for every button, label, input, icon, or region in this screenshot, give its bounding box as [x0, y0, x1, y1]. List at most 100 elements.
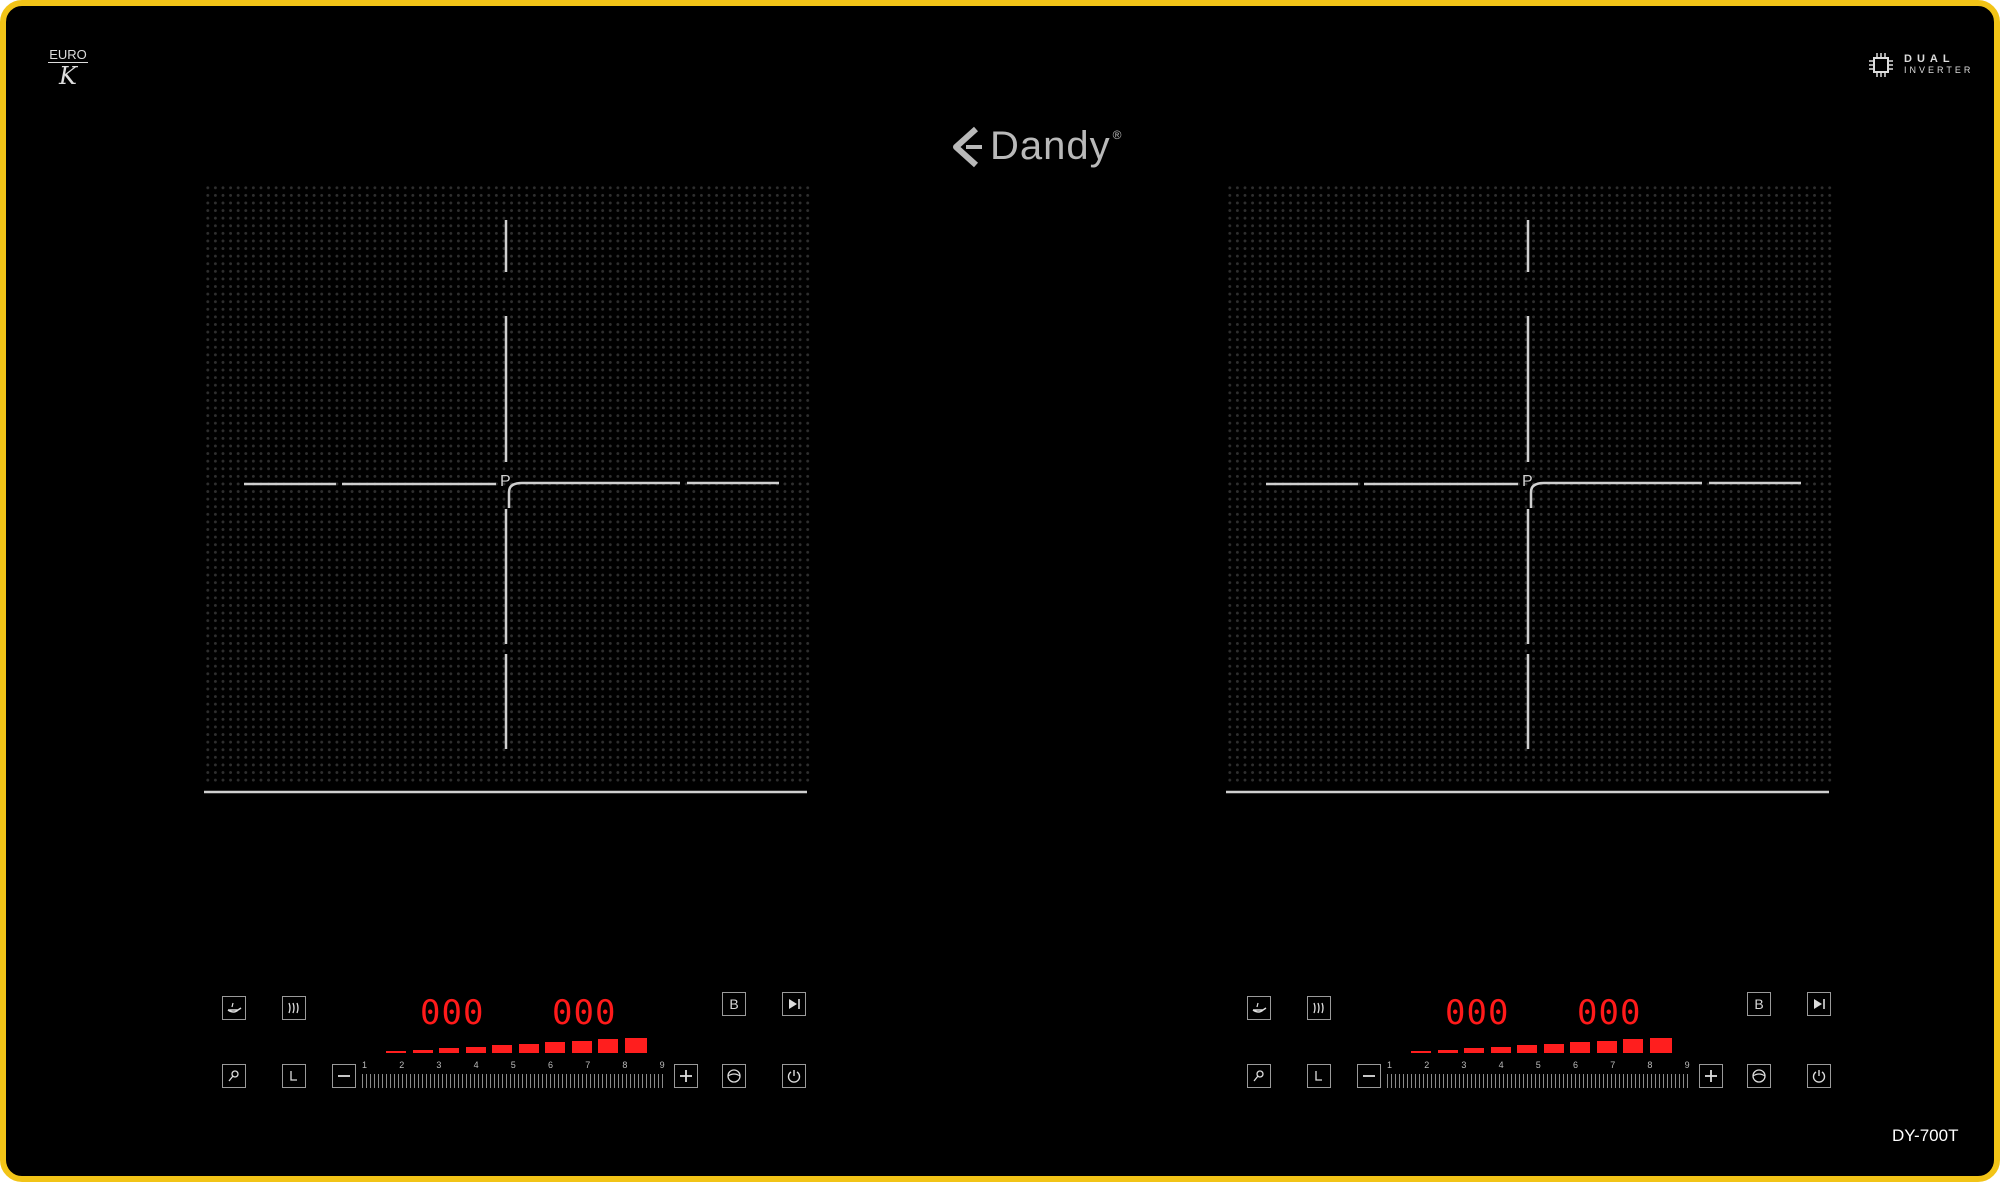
power-level-bar [386, 1051, 406, 1053]
cooktop-surface: EURO K DUAL INVERTER Dandy ® P P B 000 0… [0, 0, 2000, 1182]
play-pause-icon [789, 999, 800, 1009]
euro-k-mark: K [59, 62, 77, 90]
power-level-bar [1490, 1046, 1511, 1053]
wok-icon [727, 1069, 741, 1083]
plus-icon [680, 1070, 692, 1082]
power-scale-number: 3 [436, 1060, 442, 1070]
boost-button[interactable]: B [1747, 992, 1771, 1016]
power-level-bar [412, 1049, 433, 1053]
power-level-bar [465, 1046, 486, 1053]
play-pause-button[interactable] [782, 992, 806, 1016]
power-level-bar [598, 1039, 618, 1053]
lock-button[interactable] [1247, 1064, 1271, 1088]
power-scale-number: 9 [659, 1060, 665, 1070]
power-scale-number: 1 [1387, 1060, 1393, 1070]
power-scale-number: 1 [362, 1060, 368, 1070]
zone-center-label: P [1522, 473, 1533, 490]
inverter-label: INVERTER [1904, 65, 1974, 75]
dual-label: DUAL [1904, 53, 1955, 65]
power-scale-number: 5 [1535, 1060, 1541, 1070]
heat-icon [288, 1002, 299, 1014]
boost-button[interactable]: B [722, 992, 746, 1016]
dual-inverter-badge: DUAL INVERTER [1868, 52, 1973, 78]
wok-icon [1752, 1069, 1766, 1083]
cooking-zone-right[interactable]: P [1226, 184, 1833, 798]
power-scale-number: 3 [1461, 1060, 1467, 1070]
power-scale-number: 2 [1424, 1060, 1430, 1070]
control-panel-right: B 000 000 1 2 3 4 5 6 7 8 9 [1241, 986, 1841, 1096]
play-pause-icon [1814, 999, 1825, 1009]
boost-label: B [1754, 996, 1764, 1012]
plus-icon [1705, 1070, 1717, 1082]
minus-icon [338, 1075, 350, 1077]
euro-k-badge: EURO K [48, 48, 88, 89]
power-slider[interactable] [1387, 1074, 1691, 1088]
zone-guide-lines [204, 220, 807, 794]
minus-button[interactable] [1357, 1064, 1381, 1088]
play-pause-button[interactable] [1807, 992, 1831, 1016]
pan-button[interactable] [222, 996, 246, 1020]
boost-label: B [729, 996, 739, 1012]
timer-button[interactable] [1307, 1064, 1331, 1088]
cooking-zone-left[interactable]: P [204, 184, 811, 798]
timer-icon [290, 1071, 297, 1081]
power-level-bar [1570, 1042, 1590, 1053]
pan-icon [227, 1002, 242, 1013]
lock-button[interactable] [222, 1064, 246, 1088]
power-level-bar [1649, 1037, 1672, 1053]
power-scale-number: 4 [1498, 1060, 1504, 1070]
heat-button[interactable] [282, 996, 306, 1020]
power-level-bar [545, 1042, 565, 1053]
power-level-bar [1623, 1039, 1643, 1053]
registered-mark: ® [1112, 128, 1122, 142]
power-level-bar [1411, 1051, 1431, 1053]
power-scale-number: 4 [473, 1060, 479, 1070]
power-level-bar [518, 1043, 539, 1053]
power-scale-number: 9 [1684, 1060, 1690, 1070]
power-icon [1812, 1070, 1826, 1083]
minus-button[interactable] [332, 1064, 356, 1088]
power-button[interactable] [782, 1064, 806, 1088]
model-number: DY-700T [1892, 1126, 1959, 1145]
minus-icon [1363, 1075, 1375, 1077]
plus-button[interactable] [1699, 1064, 1723, 1088]
timer-button[interactable] [282, 1064, 306, 1088]
heat-icon [1313, 1002, 1324, 1014]
power-scale-number: 2 [399, 1060, 405, 1070]
power-icon [787, 1070, 801, 1083]
zone-center-label: P [500, 473, 511, 490]
pan-button[interactable] [1247, 996, 1271, 1020]
power-scale-number: 8 [622, 1060, 628, 1070]
chip-icon [1869, 53, 1893, 77]
lock-icon [1253, 1070, 1264, 1082]
power-slider[interactable] [362, 1074, 666, 1088]
heat-button[interactable] [1307, 996, 1331, 1020]
plus-button[interactable] [674, 1064, 698, 1088]
timer-display-left: 000 [1445, 993, 1510, 1033]
power-level-bar [1464, 1048, 1484, 1053]
wok-button[interactable] [722, 1064, 746, 1088]
timer-display-left: 000 [420, 993, 485, 1033]
power-scale-number: 7 [585, 1060, 591, 1070]
power-scale-number: 6 [1573, 1060, 1579, 1070]
timer-display-right: 000 [552, 993, 617, 1033]
euro-label: EURO [48, 47, 88, 63]
power-button[interactable] [1807, 1064, 1831, 1088]
timer-display-right: 000 [1577, 993, 1642, 1033]
power-scale-number: 6 [548, 1060, 554, 1070]
dandy-logo-icon [953, 126, 982, 167]
control-panel-left: B 000 000 1 2 3 4 5 6 7 8 9 [216, 986, 816, 1096]
power-level-bar [571, 1040, 592, 1053]
power-level-bar [1596, 1040, 1617, 1053]
brand-logo: Dandy ® [946, 124, 1121, 169]
power-scale-number: 5 [510, 1060, 516, 1070]
power-scale-number: 8 [1647, 1060, 1653, 1070]
zone-guide-lines [1226, 220, 1829, 794]
power-level-bar [1437, 1049, 1458, 1053]
brand-name: Dandy [990, 124, 1111, 168]
pan-icon [1252, 1002, 1267, 1013]
timer-icon [1315, 1071, 1322, 1081]
wok-button[interactable] [1747, 1064, 1771, 1088]
power-level-bar [439, 1048, 459, 1053]
power-level-bar [624, 1037, 647, 1053]
